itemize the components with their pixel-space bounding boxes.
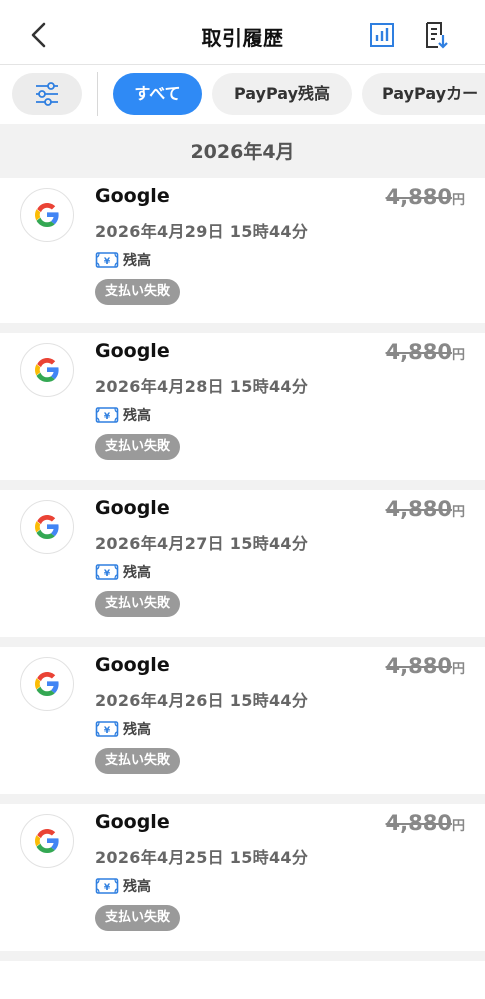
payment-method-label: 残高 (123, 408, 151, 424)
transaction-datetime: 2026年4月27日 15時44分 (95, 534, 309, 553)
amount-value: 4,880 (385, 340, 452, 364)
payment-method-label: 残高 (123, 253, 151, 269)
transaction-row[interactable]: Google 2026年4月25日 15時44分 ¥ 残高 支払い失敗 4,88… (0, 804, 485, 961)
page-title: 取引履歴 (201, 26, 284, 50)
sliders-icon (36, 82, 58, 106)
amount-unit: 円 (451, 662, 465, 677)
month-header: 2026年4月 (0, 124, 485, 178)
chip-all[interactable]: すべて (113, 73, 202, 115)
payment-method-label: 残高 (123, 722, 151, 738)
amount-unit: 円 (451, 348, 465, 363)
transaction-amount: 4,880円 (386, 497, 465, 521)
transaction-list: Google 2026年4月29日 15時44分 ¥ 残高 支払い失敗 4,88… (0, 178, 485, 961)
google-logo-icon (35, 358, 59, 382)
balance-icon: ¥ (95, 252, 119, 268)
transaction-row[interactable]: Google 2026年4月26日 15時44分 ¥ 残高 支払い失敗 4,88… (0, 647, 485, 804)
amount-value: 4,880 (385, 185, 452, 209)
svg-text:¥: ¥ (104, 726, 111, 736)
transaction-row[interactable]: Google 2026年4月28日 15時44分 ¥ 残高 支払い失敗 4,88… (0, 333, 485, 490)
balance-icon: ¥ (95, 721, 119, 737)
amount-unit: 円 (451, 819, 465, 834)
merchant-name: Google (95, 340, 170, 362)
google-logo-icon (35, 203, 59, 227)
balance-icon: ¥ (95, 564, 119, 580)
google-logo-icon (35, 672, 59, 696)
transaction-row[interactable]: Google 2026年4月27日 15時44分 ¥ 残高 支払い失敗 4,88… (0, 490, 485, 647)
payment-method-label: 残高 (123, 565, 151, 581)
transaction-amount: 4,880円 (386, 654, 465, 678)
merchant-name: Google (95, 185, 170, 207)
merchant-name: Google (95, 654, 170, 676)
filter-bar: すべて PayPay残高 PayPayカー (0, 65, 485, 124)
merchant-logo (20, 188, 74, 242)
amount-unit: 円 (451, 193, 465, 208)
status-badge: 支払い失敗 (95, 905, 181, 931)
balance-icon: ¥ (95, 407, 119, 423)
transaction-amount: 4,880円 (386, 340, 465, 364)
status-badge: 支払い失敗 (95, 748, 181, 774)
transaction-amount: 4,880円 (386, 811, 465, 835)
amount-value: 4,880 (385, 497, 452, 521)
transaction-datetime: 2026年4月29日 15時44分 (95, 222, 309, 241)
merchant-logo (20, 657, 74, 711)
payment-method-label: 残高 (123, 879, 151, 895)
bar-chart-icon (370, 23, 394, 47)
google-logo-icon (35, 829, 59, 853)
svg-text:¥: ¥ (104, 569, 111, 579)
balance-icon: ¥ (95, 878, 119, 894)
app-header: 取引履歴 (0, 0, 485, 65)
status-badge: 支払い失敗 (95, 279, 181, 305)
merchant-name: Google (95, 811, 170, 833)
svg-text:¥: ¥ (104, 257, 111, 267)
amount-unit: 円 (451, 505, 465, 520)
filter-settings-button[interactable] (12, 73, 82, 115)
chip-paypay-balance[interactable]: PayPay残高 (212, 73, 352, 115)
statistics-button[interactable] (367, 20, 397, 50)
download-document-icon (426, 22, 448, 49)
merchant-name: Google (95, 497, 170, 519)
transaction-datetime: 2026年4月28日 15時44分 (95, 377, 309, 396)
merchant-logo (20, 343, 74, 397)
chip-paypay-card[interactable]: PayPayカー (362, 73, 485, 115)
transaction-amount: 4,880円 (386, 185, 465, 209)
transaction-datetime: 2026年4月26日 15時44分 (95, 691, 309, 710)
export-button[interactable] (421, 20, 451, 50)
filter-divider (97, 72, 98, 116)
status-badge: 支払い失敗 (95, 434, 181, 460)
svg-text:¥: ¥ (104, 883, 111, 893)
merchant-logo (20, 500, 74, 554)
transaction-datetime: 2026年4月25日 15時44分 (95, 848, 309, 867)
amount-value: 4,880 (385, 654, 452, 678)
status-badge: 支払い失敗 (95, 591, 181, 617)
google-logo-icon (35, 515, 59, 539)
amount-value: 4,880 (385, 811, 452, 835)
merchant-logo (20, 814, 74, 868)
transaction-row[interactable]: Google 2026年4月29日 15時44分 ¥ 残高 支払い失敗 4,88… (0, 178, 485, 333)
svg-text:¥: ¥ (104, 412, 111, 422)
